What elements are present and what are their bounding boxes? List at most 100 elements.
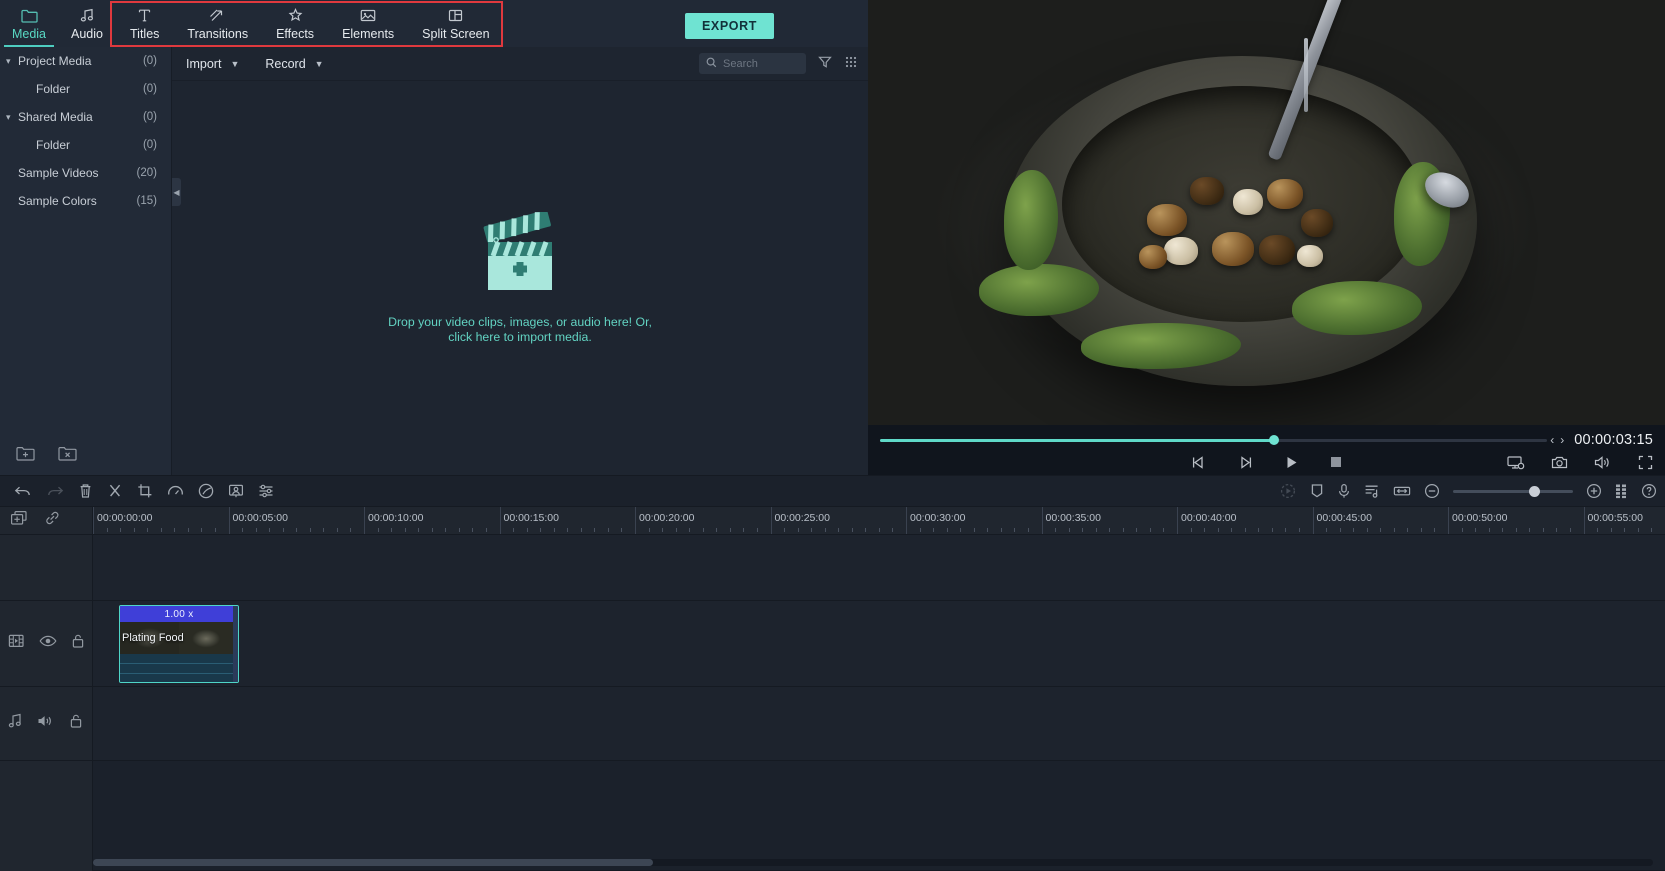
- nav-tab-elements-label: Elements: [342, 26, 395, 41]
- fullscreen-icon[interactable]: [1638, 455, 1653, 475]
- timeline-zoom-slider[interactable]: [1453, 485, 1573, 497]
- ruler-subtick: [1163, 528, 1165, 532]
- marker-icon[interactable]: [1310, 483, 1324, 499]
- microphone-icon[interactable]: [1337, 483, 1351, 499]
- link-icon[interactable]: [44, 510, 61, 531]
- mark-out-button[interactable]: ›: [1560, 433, 1564, 447]
- export-button[interactable]: EXPORT: [685, 13, 774, 39]
- speaker-icon[interactable]: [1594, 455, 1612, 475]
- video-frame-image: [868, 0, 1665, 425]
- speaker-mute-icon[interactable]: [37, 714, 55, 733]
- sidebar-collapse-handle[interactable]: ◀: [172, 178, 181, 206]
- keyframe-grid-icon[interactable]: [1615, 483, 1628, 499]
- ruler-subtick: [675, 528, 677, 532]
- ruler-subtick: [404, 528, 406, 532]
- nav-tab-split-screen[interactable]: Split Screen: [408, 0, 503, 47]
- play-icon[interactable]: [1284, 455, 1299, 475]
- nav-tab-audio[interactable]: Audio: [58, 0, 116, 47]
- sliders-icon[interactable]: [258, 483, 275, 499]
- scrollbar-thumb[interactable]: [93, 859, 653, 866]
- sidebar-item-count: (0): [142, 111, 157, 123]
- ruler-subtick: [865, 528, 867, 532]
- playback-controls-row: [868, 455, 1665, 475]
- spoon-drip: [1304, 38, 1309, 113]
- sidebar-item-count: (0): [142, 55, 157, 67]
- import-button[interactable]: Import ▼: [186, 57, 239, 71]
- playhead-scrubber-knob[interactable]: [1268, 435, 1279, 445]
- delete-folder-icon[interactable]: [58, 445, 78, 463]
- timeline-ruler[interactable]: 00:00:00:00 00:00:05:00 00:00:10:00 00:00:1…: [93, 507, 1665, 535]
- search-input[interactable]: [723, 57, 799, 70]
- ruler-subtick: [756, 528, 758, 532]
- trash-icon[interactable]: [78, 483, 93, 499]
- minus-circle-icon[interactable]: [1424, 483, 1440, 499]
- timeline-zoom-knob[interactable]: [1529, 485, 1540, 497]
- question-circle-icon[interactable]: [1641, 483, 1657, 499]
- record-button[interactable]: Record ▼: [265, 57, 323, 71]
- sidebar-item-shared-folder[interactable]: Folder (0): [0, 131, 171, 159]
- main-navigation-bar: Media Audio Titles Transitions Effects E…: [0, 0, 868, 47]
- add-track-icon[interactable]: [10, 510, 28, 531]
- video-canvas[interactable]: [868, 0, 1665, 425]
- playback-progress-fill: [880, 438, 1274, 442]
- track-row-audio[interactable]: [93, 687, 1665, 761]
- mark-in-button[interactable]: ‹: [1550, 433, 1554, 447]
- ruler-subtick: [933, 528, 935, 532]
- lock-icon[interactable]: [69, 713, 83, 734]
- grid-view-icon[interactable]: [844, 55, 858, 74]
- scissors-icon[interactable]: [107, 483, 123, 499]
- color-palette-icon[interactable]: [198, 483, 214, 499]
- new-folder-icon[interactable]: [16, 445, 36, 463]
- ruler-subtick: [187, 528, 189, 532]
- monitor-gear-icon[interactable]: [1507, 455, 1525, 475]
- track-header-empty: [0, 535, 92, 601]
- eye-visibility-icon[interactable]: [39, 634, 57, 653]
- green-screen-icon[interactable]: [228, 483, 244, 499]
- sidebar-item-project-media[interactable]: ▾ Project Media (0): [0, 47, 171, 75]
- music-track-icon[interactable]: [8, 713, 23, 734]
- search-box[interactable]: [699, 53, 806, 74]
- track-row-empty-top[interactable]: [93, 535, 1665, 601]
- sidebar-item-sample-colors[interactable]: Sample Colors (15): [0, 187, 171, 215]
- playback-progress-row: ‹ › 00:00:03:15: [868, 425, 1665, 455]
- prev-frame-icon[interactable]: [1190, 455, 1207, 475]
- clip-title: Plating Food: [122, 632, 184, 644]
- track-row-empty-bottom[interactable]: [93, 761, 1665, 871]
- ruler-subtick: [540, 528, 542, 532]
- lock-icon[interactable]: [71, 633, 85, 654]
- ruler-subtick: [1529, 528, 1531, 532]
- nav-tab-elements[interactable]: Elements: [328, 0, 408, 47]
- ruler-subtick: [1597, 528, 1599, 532]
- media-dropzone[interactable]: Drop your video clips, images, or audio …: [172, 81, 868, 475]
- sidebar-item-sample-videos[interactable]: Sample Videos (20): [0, 159, 171, 187]
- track-row-video[interactable]: 1.00 x Plating Food: [93, 601, 1665, 687]
- split-screen-icon: [448, 7, 463, 24]
- ruler-subtick: [607, 528, 609, 532]
- filter-icon[interactable]: [818, 55, 832, 74]
- stop-icon[interactable]: [1329, 455, 1343, 475]
- nav-tab-media[interactable]: Media: [0, 0, 58, 47]
- nav-tab-effects[interactable]: Effects: [262, 0, 328, 47]
- sidebar-item-project-folder[interactable]: Folder (0): [0, 75, 171, 103]
- crop-icon[interactable]: [137, 483, 153, 499]
- plus-circle-icon[interactable]: [1586, 483, 1602, 499]
- timeline-horizontal-scrollbar[interactable]: [93, 859, 1653, 866]
- ruler-subtick: [1109, 528, 1111, 532]
- nav-tab-titles[interactable]: Titles: [116, 0, 173, 47]
- redo-icon[interactable]: [46, 484, 64, 499]
- undo-icon[interactable]: [14, 484, 32, 499]
- nav-tab-split-screen-label: Split Screen: [422, 26, 490, 41]
- render-preview-icon[interactable]: [1280, 483, 1297, 499]
- sidebar-item-shared-media[interactable]: ▾ Shared Media (0): [0, 103, 171, 131]
- playback-progress-bar[interactable]: [880, 435, 1548, 445]
- fit-width-icon[interactable]: [1393, 483, 1411, 499]
- next-frame-icon[interactable]: [1237, 455, 1254, 475]
- film-track-icon[interactable]: [8, 633, 25, 654]
- timeline-clip[interactable]: 1.00 x Plating Food: [119, 605, 239, 683]
- ruler-subtick: [458, 528, 460, 532]
- nav-tab-transitions[interactable]: Transitions: [173, 0, 262, 47]
- audio-mixer-icon[interactable]: [1364, 483, 1380, 499]
- speedometer-icon[interactable]: [167, 483, 184, 499]
- camera-icon[interactable]: [1551, 455, 1568, 475]
- clip-trim-handle-right[interactable]: [233, 606, 238, 682]
